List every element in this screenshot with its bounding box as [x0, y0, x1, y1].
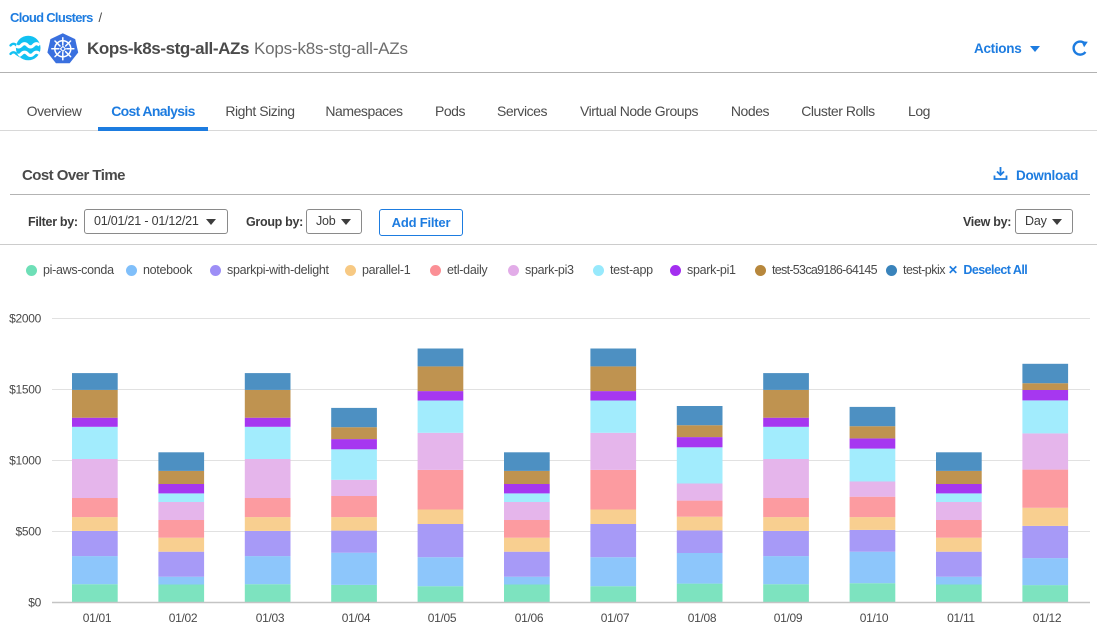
svg-text:01/10: 01/10: [860, 611, 889, 625]
svg-text:01/01: 01/01: [83, 611, 112, 625]
svg-text:$1500: $1500: [9, 383, 41, 397]
svg-text:01/09: 01/09: [774, 611, 803, 625]
svg-text:$2000: $2000: [9, 312, 41, 326]
svg-text:01/06: 01/06: [515, 611, 544, 625]
svg-text:$1000: $1000: [9, 454, 41, 468]
svg-text:$0: $0: [28, 596, 41, 610]
svg-text:01/03: 01/03: [256, 611, 285, 625]
svg-text:01/08: 01/08: [688, 611, 717, 625]
svg-text:$500: $500: [16, 525, 42, 539]
svg-text:01/12: 01/12: [1033, 611, 1062, 625]
svg-text:01/04: 01/04: [342, 611, 371, 625]
svg-text:01/02: 01/02: [169, 611, 198, 625]
svg-text:01/05: 01/05: [428, 611, 457, 625]
svg-text:01/11: 01/11: [947, 611, 975, 625]
svg-text:01/07: 01/07: [601, 611, 630, 625]
